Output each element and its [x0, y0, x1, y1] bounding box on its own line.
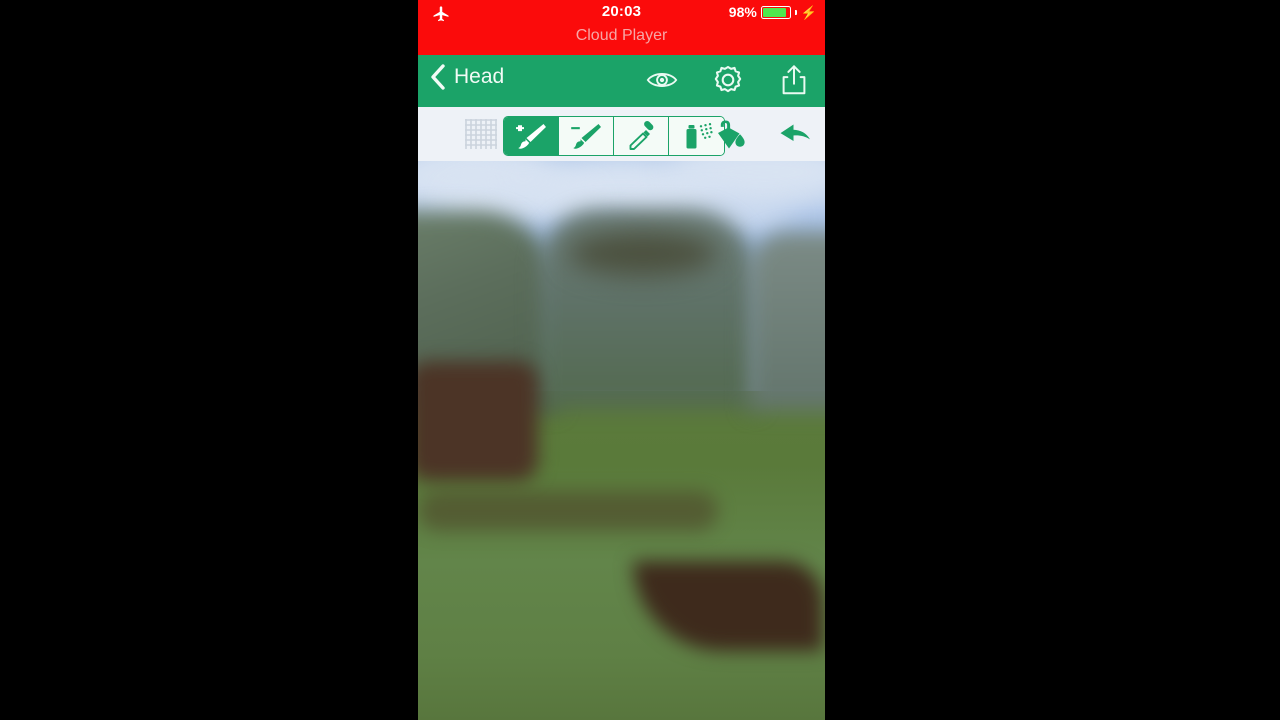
screen-root: 20:03 98% ⚡ Cloud Player Head	[0, 0, 1280, 720]
app-banner-title: Cloud Player	[575, 27, 668, 44]
back-button[interactable]: Head	[430, 64, 504, 90]
tool-eyedropper-button[interactable]	[614, 117, 669, 155]
nav-bar: Head	[418, 55, 825, 107]
tool-bar-right-actions	[715, 117, 815, 153]
brush-add-icon	[513, 121, 549, 151]
phone-viewport: 20:03 98% ⚡ Cloud Player Head	[418, 0, 825, 720]
chevron-left-icon	[430, 64, 446, 90]
share-icon[interactable]	[777, 63, 811, 97]
gear-icon[interactable]	[711, 63, 745, 97]
background-tree-cluster	[568, 231, 718, 276]
eye-icon[interactable]	[645, 63, 679, 97]
nav-actions	[645, 63, 811, 97]
battery-percent-label: 98%	[728, 4, 757, 20]
battery-icon	[760, 5, 791, 19]
tool-bar	[418, 107, 825, 161]
status-bar: 20:03 98% ⚡ Cloud Player	[418, 0, 825, 55]
tool-segmented-control	[503, 116, 725, 156]
battery-cap	[794, 9, 797, 15]
editor-canvas-area[interactable]	[418, 161, 825, 720]
tool-brush-add-button[interactable]	[504, 117, 559, 155]
brush-erase-icon	[568, 121, 604, 151]
eyedropper-icon	[623, 121, 659, 151]
background-dirt-strip	[418, 491, 718, 531]
charging-bolt-icon: ⚡	[800, 4, 817, 20]
undo-arrow-icon[interactable]	[777, 117, 815, 153]
status-bar-battery-group: 98% ⚡	[729, 4, 817, 20]
tool-brush-erase-button[interactable]	[559, 117, 614, 155]
grid-icon[interactable]	[464, 118, 498, 150]
page-title: Head	[454, 65, 505, 88]
background-hill-right	[748, 231, 825, 411]
background-dirt-left	[418, 361, 538, 481]
paint-bucket-icon[interactable]	[715, 117, 753, 153]
status-bar-row: 20:03 98% ⚡	[418, 0, 825, 27]
spray-can-icon	[679, 121, 715, 151]
